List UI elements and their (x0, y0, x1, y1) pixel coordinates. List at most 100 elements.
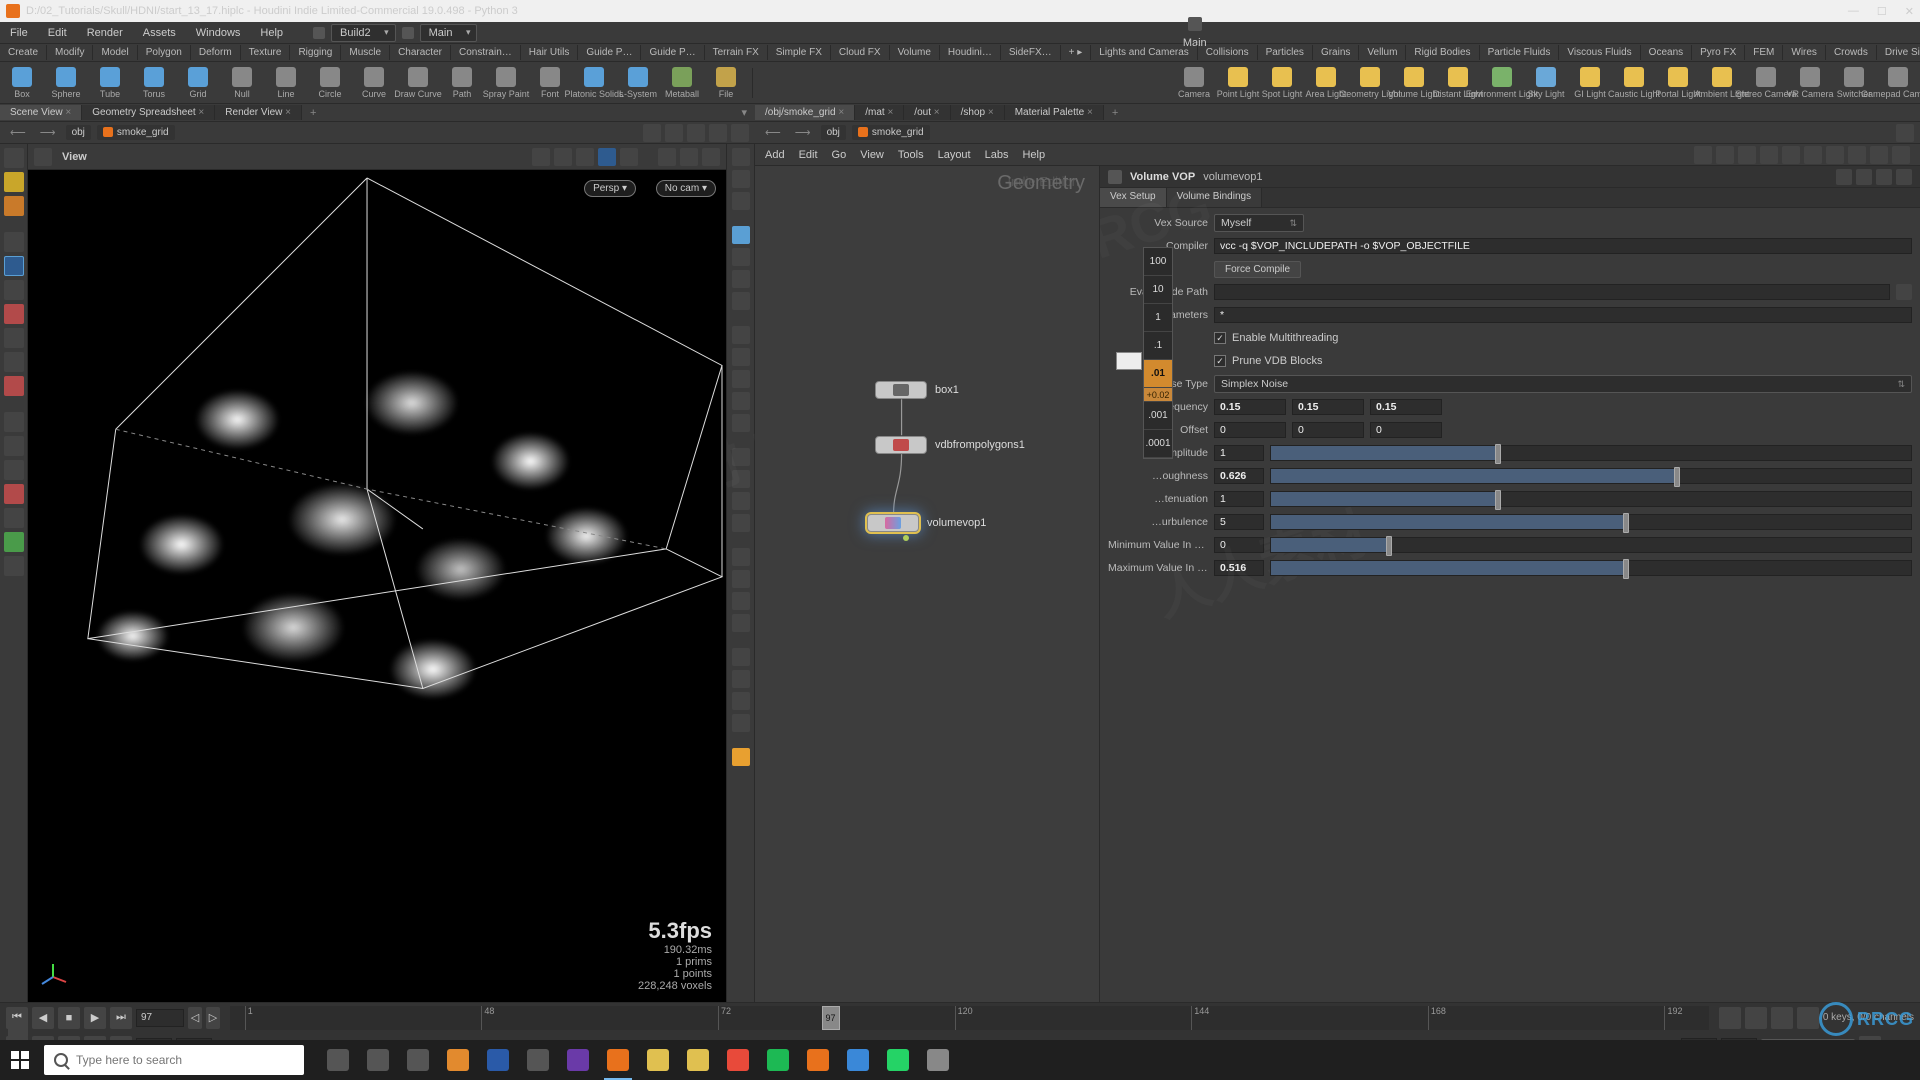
shelf-tab[interactable]: Crowds (1826, 45, 1877, 60)
rpath-seg-obj[interactable]: obj (821, 125, 846, 140)
tool-l-system[interactable]: L-System (616, 67, 660, 99)
vr-15[interactable] (732, 492, 750, 510)
taskbar-app[interactable] (438, 1040, 478, 1080)
vt-x[interactable] (4, 328, 24, 348)
shelf-tab[interactable]: Wires (1783, 45, 1826, 60)
turb-slider[interactable] (1270, 514, 1912, 530)
node-vdbfrompolygons1[interactable]: vdbfrompolygons1 (875, 436, 1025, 454)
desktop-selector-main[interactable]: Main (420, 24, 478, 42)
vp-btn-2[interactable] (554, 148, 572, 166)
vr-17[interactable] (732, 548, 750, 566)
vt-a[interactable] (4, 412, 24, 432)
menu-help[interactable]: Help (250, 27, 293, 39)
path-seg-obj[interactable]: obj (66, 125, 91, 140)
off-x[interactable]: 0 (1214, 422, 1286, 438)
pane-tab[interactable]: /mat (855, 105, 904, 120)
taskbar-app[interactable] (838, 1040, 878, 1080)
menu-file[interactable]: File (0, 27, 38, 39)
vt-mat[interactable] (4, 196, 24, 216)
nodepath-field[interactable] (1214, 284, 1890, 300)
taskbar-app[interactable] (758, 1040, 798, 1080)
menu-windows[interactable]: Windows (186, 27, 251, 39)
path-btn-4[interactable] (709, 124, 727, 142)
vr-24[interactable] (732, 714, 750, 732)
tool-point-light[interactable]: Point Light (1216, 67, 1260, 99)
tool-platonic-solids[interactable]: Platonic Solids (572, 67, 616, 99)
netmenu-layout[interactable]: Layout (938, 149, 971, 161)
left-tab-add[interactable]: + (302, 105, 324, 121)
vt-f[interactable] (4, 532, 24, 552)
vt-select[interactable] (4, 148, 24, 168)
pane-tab[interactable]: Scene View (0, 105, 82, 120)
netmenu-add[interactable]: Add (765, 149, 785, 161)
ph-4[interactable] (1896, 169, 1912, 185)
param-node-name[interactable]: volumevop1 (1203, 171, 1262, 183)
nm-btn-10[interactable] (1892, 146, 1910, 164)
tool-environment-light[interactable]: Environment Light (1480, 67, 1524, 99)
tool-box[interactable]: Box (0, 67, 44, 99)
compiler-field[interactable]: vcc -q $VOP_INCLUDEPATH -o $VOP_OBJECTFI… (1214, 238, 1912, 254)
vr-11[interactable] (732, 392, 750, 410)
vr-19[interactable] (732, 592, 750, 610)
tool-metaball[interactable]: Metaball (660, 67, 704, 99)
prune-checkbox[interactable] (1214, 355, 1226, 367)
nm-btn-1[interactable] (1694, 146, 1712, 164)
vr-display-flag[interactable] (732, 748, 750, 766)
pane-tab[interactable]: /obj/smoke_grid (755, 105, 855, 120)
maxval-field[interactable]: 0.516 (1214, 560, 1264, 576)
shelf-tab[interactable]: FEM (1745, 45, 1783, 60)
tl-play[interactable]: ▶ (84, 1007, 106, 1029)
vr-23[interactable] (732, 692, 750, 710)
vt-d[interactable] (4, 484, 24, 504)
path-btn-2[interactable] (665, 124, 683, 142)
tool-tube[interactable]: Tube (88, 67, 132, 99)
shelf-tab[interactable]: Terrain FX (705, 45, 768, 60)
vr-2[interactable] (732, 170, 750, 188)
tl-b[interactable]: ▷ (206, 1007, 220, 1029)
tl-frame[interactable]: 97 (136, 1009, 184, 1027)
exportparams-field[interactable]: * (1214, 307, 1912, 323)
netmenu-tools[interactable]: Tools (898, 149, 924, 161)
nm-btn-9[interactable] (1870, 146, 1888, 164)
vr-10[interactable] (732, 370, 750, 388)
taskbar-app[interactable] (558, 1040, 598, 1080)
freq-x[interactable]: 0.15 (1214, 399, 1286, 415)
nm-btn-6[interactable] (1804, 146, 1822, 164)
tool-line[interactable]: Line (264, 67, 308, 99)
pane-tab[interactable]: Geometry Spreadsheet (82, 105, 215, 120)
tool-caustic-light[interactable]: Caustic Light (1612, 67, 1656, 99)
tool-sphere[interactable]: Sphere (44, 67, 88, 99)
right-tab-add[interactable]: + (1104, 105, 1126, 121)
vr-20[interactable] (732, 614, 750, 632)
tool-grid[interactable]: Grid (176, 67, 220, 99)
tl-audio[interactable] (1771, 1007, 1793, 1029)
rpath-back[interactable]: ⟵ (761, 126, 785, 139)
shelf-tab[interactable]: Pyro FX (1692, 45, 1745, 60)
pane-tab[interactable]: /shop (951, 105, 1005, 120)
taskbar-app[interactable] (598, 1040, 638, 1080)
shelf-tab[interactable]: Rigid Bodies (1406, 45, 1479, 60)
path-back[interactable]: ⟵ (6, 126, 30, 139)
pane-tab[interactable]: Render View (215, 105, 302, 120)
shelf-tab[interactable]: Texture (241, 45, 291, 60)
vr-16[interactable] (732, 514, 750, 532)
menu-edit[interactable]: Edit (38, 27, 77, 39)
view-icon[interactable] (34, 148, 52, 166)
vr-9[interactable] (732, 348, 750, 366)
vr-13[interactable] (732, 448, 750, 466)
rough-field[interactable]: 0.626 (1214, 468, 1264, 484)
shelf-tab[interactable]: Muscle (341, 45, 390, 60)
tl-realtime[interactable] (1745, 1007, 1767, 1029)
vp-btn-1[interactable] (532, 148, 550, 166)
tool-torus[interactable]: Torus (132, 67, 176, 99)
shelf-tab[interactable]: Model (93, 45, 137, 60)
vr-6[interactable] (732, 270, 750, 288)
tl-key[interactable] (1797, 1007, 1819, 1029)
vr-22[interactable] (732, 670, 750, 688)
tl-stop[interactable]: ■ (58, 1007, 80, 1029)
tool-spray-paint[interactable]: Spray Paint (484, 67, 528, 99)
shelf-tab[interactable]: Simple FX (768, 45, 831, 60)
tool-geometry-light[interactable]: Geometry Light (1348, 67, 1392, 99)
vp-btn-3[interactable] (576, 148, 594, 166)
taskbar-app[interactable] (878, 1040, 918, 1080)
